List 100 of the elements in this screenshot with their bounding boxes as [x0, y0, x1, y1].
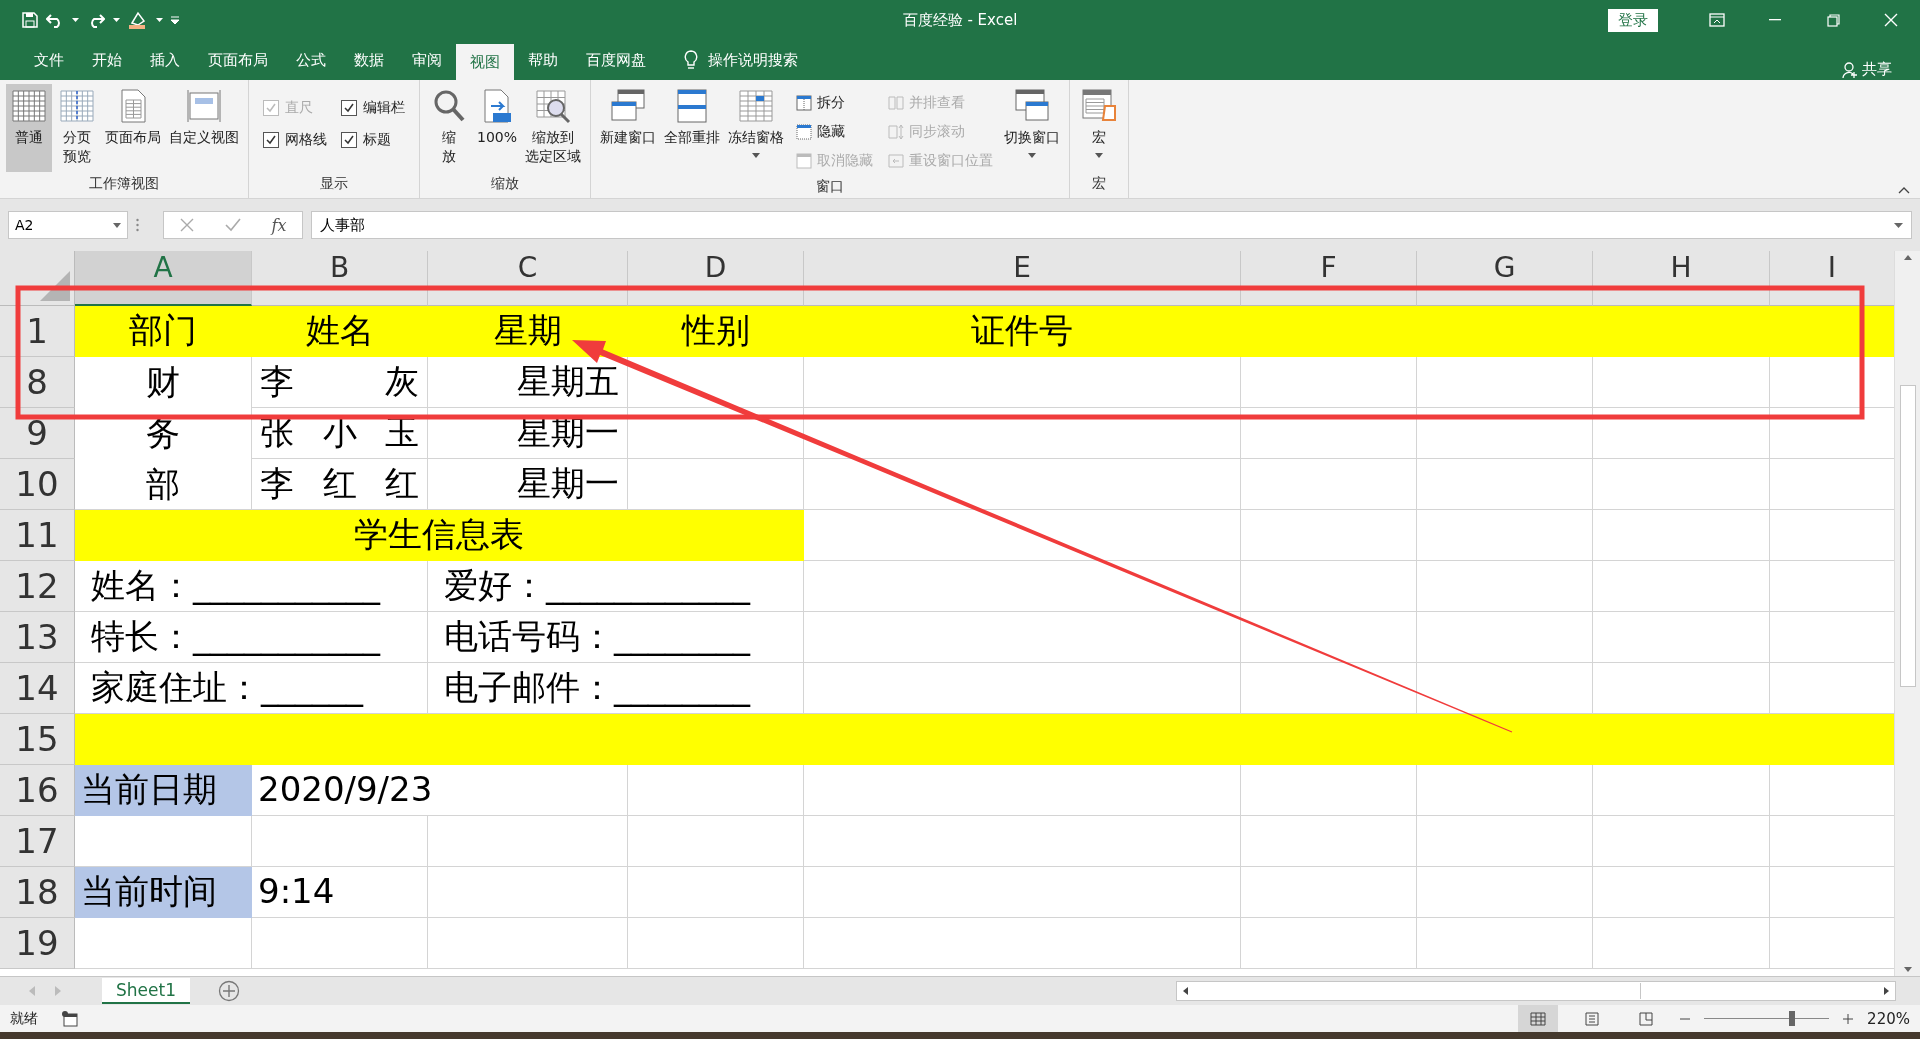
- hide-icon: [795, 122, 814, 141]
- ribbon-button[interactable]: 切换窗口: [1001, 84, 1064, 175]
- ribbon-button[interactable]: 页面布局: [102, 84, 164, 172]
- row-header[interactable]: 17: [0, 816, 75, 867]
- formula-field[interactable]: 人事部: [311, 211, 1912, 239]
- caret-icon[interactable]: [72, 18, 79, 22]
- column-header[interactable]: B: [252, 251, 428, 306]
- table-cell: 李灰: [252, 357, 428, 408]
- check-icon[interactable]: [224, 218, 241, 232]
- sign-in-button[interactable]: 登录: [1608, 8, 1658, 32]
- sheet-tab[interactable]: Sheet1: [102, 978, 190, 1004]
- row-header[interactable]: 8: [0, 357, 75, 408]
- normal-view-button[interactable]: [1518, 1005, 1559, 1032]
- column-header[interactable]: F: [1241, 251, 1417, 306]
- macro-record-icon[interactable]: [62, 1010, 78, 1027]
- table-cell: 家庭住址：______: [75, 663, 428, 714]
- row-header[interactable]: 10: [0, 459, 75, 510]
- ribbon-tab[interactable]: 文件: [20, 40, 78, 80]
- ribbon-button[interactable]: 分页 预览: [54, 84, 100, 172]
- ribbon-button[interactable]: 缩 放: [426, 84, 472, 172]
- ribbon-button[interactable]: 普通: [6, 84, 52, 172]
- column-header[interactable]: C: [428, 251, 628, 306]
- save-icon[interactable]: [22, 12, 38, 28]
- add-sheet-icon[interactable]: [217, 980, 240, 1002]
- ribbon-button[interactable]: 自定义视图: [166, 84, 242, 172]
- table-cell: 当前日期: [75, 765, 252, 816]
- table-cell: 星期五: [428, 357, 628, 408]
- ribbon-button[interactable]: 100%: [474, 84, 521, 172]
- ribbon-tab[interactable]: 百度网盘: [572, 40, 660, 80]
- ribbon-tab[interactable]: 审阅: [398, 40, 456, 80]
- ribbon-tab[interactable]: 公式: [282, 40, 340, 80]
- ribbon-button[interactable]: 新建窗口: [597, 84, 660, 175]
- row-header[interactable]: 15: [0, 714, 75, 765]
- tell-me-search[interactable]: 操作说明搜索: [678, 40, 804, 80]
- zoom-in-icon[interactable]: [1843, 1013, 1854, 1024]
- row-header[interactable]: 12: [0, 561, 75, 612]
- row-header[interactable]: 19: [0, 918, 75, 969]
- slider-thumb[interactable]: [1788, 1011, 1795, 1026]
- ribbon-button[interactable]: 宏: [1076, 84, 1123, 172]
- ribbon-tab[interactable]: 插入: [136, 40, 194, 80]
- vertical-scrollbar[interactable]: [1894, 251, 1920, 976]
- row-header[interactable]: 1: [0, 306, 75, 357]
- insert-function-button[interactable]: fx: [271, 215, 287, 235]
- caret-icon[interactable]: [113, 222, 121, 228]
- ribbon-tab[interactable]: 视图: [456, 44, 514, 80]
- table-cell: 姓名: [252, 306, 428, 357]
- table-cell: 特长：___________: [75, 612, 428, 663]
- table-cell: 部门: [75, 306, 252, 357]
- ribbon-checkbox[interactable]: 编辑栏: [341, 92, 405, 124]
- check-icon: [343, 102, 355, 114]
- collapse-ribbon-icon[interactable]: [1898, 187, 1910, 194]
- ribbon-button[interactable]: 全部重排: [661, 84, 724, 175]
- ribbon-button[interactable]: 缩放到 选定区域: [522, 84, 585, 172]
- ribbon-checkbox[interactable]: 网格线: [263, 124, 327, 156]
- grip-icon: [136, 218, 139, 232]
- row-header[interactable]: 9: [0, 408, 75, 459]
- caret-icon[interactable]: [156, 18, 163, 22]
- ribbon-button[interactable]: 拆分: [795, 88, 874, 117]
- row-header[interactable]: 16: [0, 765, 75, 816]
- ribbon-tab[interactable]: 开始: [78, 40, 136, 80]
- table-cell: 9:14: [252, 867, 428, 918]
- paint-brush-icon[interactable]: [128, 11, 148, 29]
- check-icon: [343, 134, 355, 146]
- ribbon-checkbox[interactable]: 标题: [341, 124, 405, 156]
- person-add-icon: [1842, 61, 1858, 78]
- row-header[interactable]: 11: [0, 510, 75, 561]
- window-title: 百度经验 - Excel: [902, 10, 1018, 29]
- column-header[interactable]: G: [1417, 251, 1593, 306]
- minimize-icon: [1769, 19, 1781, 21]
- scroll-left-icon[interactable]: [1181, 986, 1191, 996]
- scroll-right-icon[interactable]: [1881, 986, 1891, 996]
- horizontal-scrollbar[interactable]: [1176, 981, 1896, 1001]
- customize-icon[interactable]: [171, 16, 179, 24]
- ribbon-button[interactable]: 冻结窗格: [725, 84, 788, 175]
- group-label: 工作簿视图: [89, 175, 159, 191]
- zoom-level[interactable]: 220%: [1867, 1009, 1910, 1028]
- row-header[interactable]: 18: [0, 867, 75, 918]
- name-box[interactable]: A2: [8, 211, 128, 239]
- column-header[interactable]: I: [1770, 251, 1894, 306]
- table-cell: 性别: [628, 306, 804, 357]
- table-cell: 当前时间: [75, 867, 252, 918]
- select-all-icon[interactable]: [40, 271, 70, 301]
- table-cell: 姓名：___________: [75, 561, 428, 612]
- expand-caret-icon[interactable]: [1894, 222, 1903, 228]
- ribbon-button[interactable]: 隐藏: [795, 117, 874, 146]
- share-button[interactable]: 共享: [1836, 59, 1898, 80]
- row-header[interactable]: 13: [0, 612, 75, 663]
- column-header[interactable]: H: [1593, 251, 1770, 306]
- column-header[interactable]: D: [628, 251, 804, 306]
- close-icon: [1884, 13, 1898, 27]
- lightbulb-icon: [684, 50, 698, 70]
- page-break-icon: [1639, 1011, 1654, 1026]
- ribbon-tab[interactable]: 数据: [340, 40, 398, 80]
- column-header[interactable]: E: [804, 251, 1241, 306]
- ribbon-tab[interactable]: 页面布局: [194, 40, 282, 80]
- column-header[interactable]: A: [75, 251, 252, 306]
- ribbon-tab[interactable]: 帮助: [514, 40, 572, 80]
- row-header[interactable]: 14: [0, 663, 75, 714]
- unhide-icon: [795, 151, 814, 170]
- caret-icon[interactable]: [113, 18, 120, 22]
